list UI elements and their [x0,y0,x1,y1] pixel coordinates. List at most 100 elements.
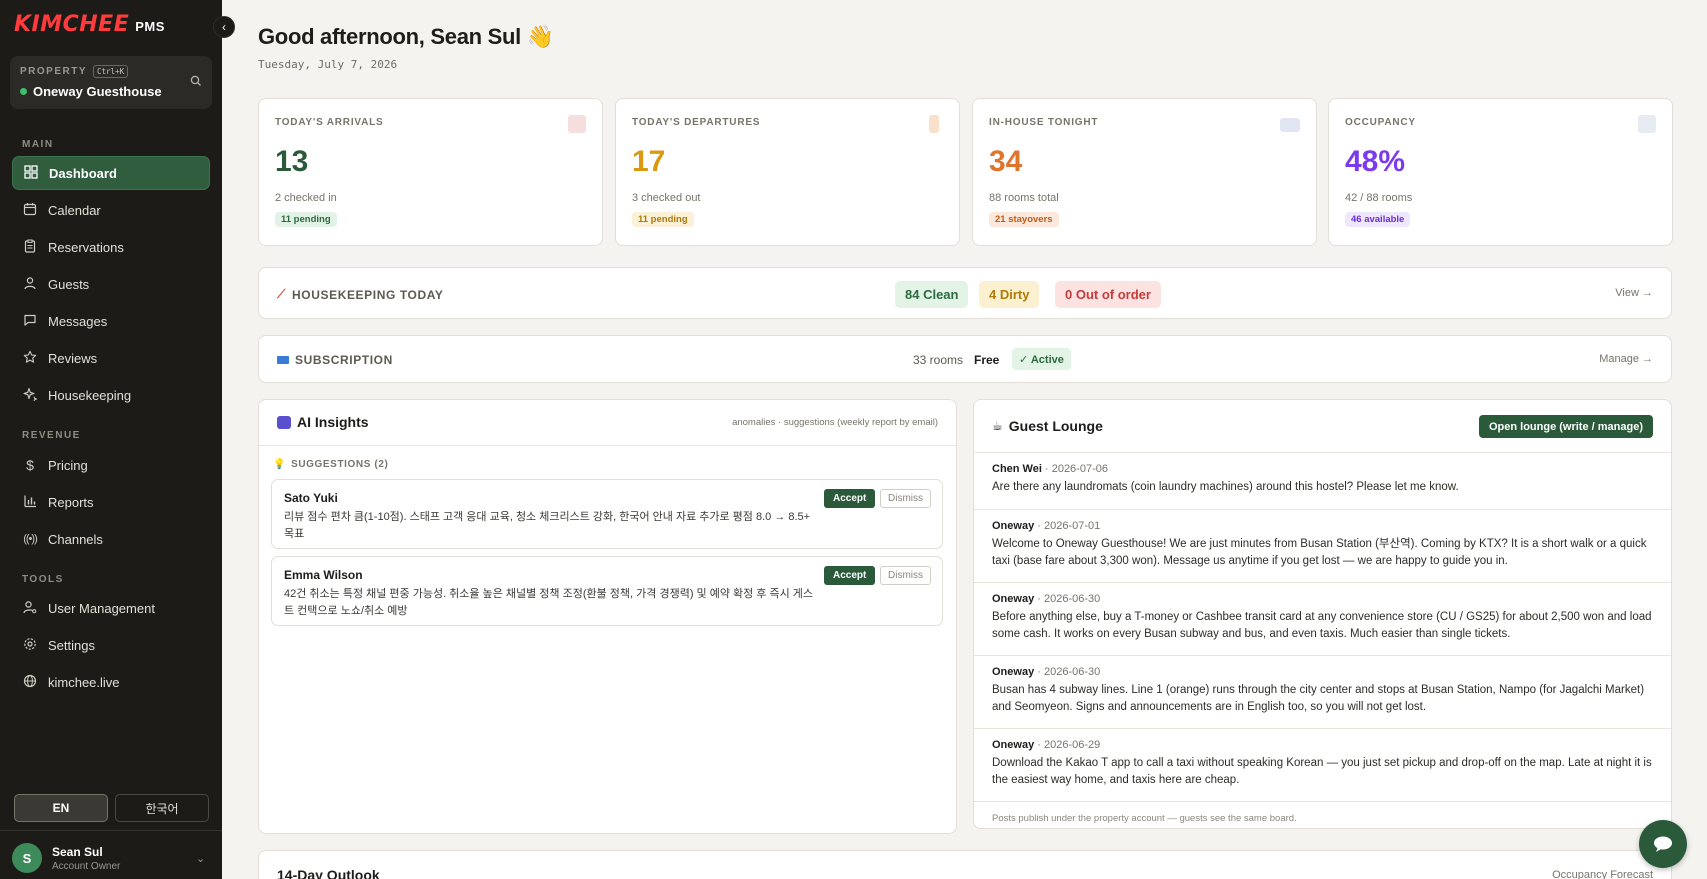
occupancy-forecast-link[interactable]: Occupancy Forecast [1552,869,1653,879]
sidebar-item-pricing[interactable]: $ Pricing [12,448,210,482]
stat-value: 13 [275,145,309,178]
stat-value: 34 [989,145,1023,178]
app-logo[interactable]: KIMCHEE PMS [14,12,165,37]
post-author: Oneway [992,520,1035,532]
property-switcher[interactable]: PROPERTY Ctrl+K Oneway Guesthouse [10,56,212,109]
dirty-count-badge[interactable]: 4 Dirty [979,281,1040,308]
language-switcher: EN 한국어 [14,794,209,822]
post-author: Oneway [992,739,1035,751]
housekeeping-title: HOUSEKEEPING TODAY [292,287,444,302]
user-menu[interactable]: S Sean Sul Account Owner [12,843,120,873]
list-item: Oneway · 2026-06-30 Before anything else… [974,583,1671,656]
sidebar-item-messages[interactable]: Messages [12,304,210,338]
suggestion-item: Sato Yuki 리뷰 점수 편차 큼(1-10점). 스태프 고객 응대 교… [271,479,943,549]
status-badge: 46 available [1345,212,1411,227]
status-badge: 11 pending [632,212,694,227]
property-label: PROPERTY [20,66,88,77]
user-cog-icon [22,600,38,617]
broadcast-icon: ((•)) [23,533,38,545]
nav-section-tools: TOOLS [22,574,64,585]
stat-card-arrivals[interactable]: TODAY'S ARRIVALS 13 2 checked in 11 pend… [258,98,603,246]
bar-chart-icon [22,494,38,511]
sidebar-item-label: Calendar [48,202,101,218]
stat-card-departures[interactable]: TODAY'S DEPARTURES 17 3 checked out 11 p… [615,98,960,246]
sidebar-item-label: Settings [48,637,95,653]
sidebar-item-settings[interactable]: Settings [12,628,210,662]
sidebar-item-channels[interactable]: ((•)) Channels [12,522,210,556]
open-lounge-button[interactable]: Open lounge (write / manage) [1478,415,1653,438]
suggestion-text: 리뷰 점수 편차 큼(1-10점). 스태프 고객 응대 교육, 청소 체크리스… [284,511,811,540]
guest-lounge-title: Guest Lounge [1008,418,1103,434]
sidebar-item-reservations[interactable]: Reservations [12,230,210,264]
chat-button[interactable] [1639,820,1687,868]
guest-lounge-title-row: ☕ Guest Lounge [992,418,1103,434]
sidebar-item-user-management[interactable]: User Management [12,591,210,625]
collapse-sidebar-button[interactable]: ‹ [213,16,235,38]
ai-insights-hint: anomalies · suggestions (weekly report b… [732,417,938,428]
post-header: Oneway · 2026-06-30 [992,593,1655,605]
post-header: Chen Wei · 2026-07-06 [992,463,1655,475]
sidebar-item-kimchee-live[interactable]: kimchee.live [12,665,210,699]
sidebar-item-label: Messages [48,313,108,329]
chat-bubble-icon [1654,836,1672,852]
logo-wordmark: KIMCHEE [14,12,130,37]
users-icon [22,276,38,293]
sidebar-item-label: Reservations [48,239,124,255]
divider [259,445,956,446]
gear-icon [22,637,38,654]
chevron-down-icon[interactable]: ⌄ [196,852,205,865]
calendar-icon [568,115,586,133]
stat-title: TODAY'S ARRIVALS [275,117,384,128]
stat-value: 48% [1345,145,1406,178]
chart-icon [1638,115,1656,133]
sidebar-item-reports[interactable]: Reports [12,485,210,519]
logo-suffix: PMS [135,19,165,34]
post-body: Busan has 4 subway lines. Line 1 (orange… [992,684,1645,713]
property-label-row: PROPERTY Ctrl+K [20,65,129,78]
language-en-button[interactable]: EN [14,794,108,822]
post-date: · 2026-06-30 [1037,666,1101,678]
sidebar-item-label: Reviews [48,350,98,366]
sidebar-item-calendar[interactable]: Calendar [12,193,210,227]
clean-count-badge[interactable]: 84 Clean [895,281,969,308]
sidebar-item-label: Pricing [48,457,88,473]
stat-card-in-house[interactable]: IN-HOUSE TONIGHT 34 88 rooms total 21 st… [972,98,1317,246]
nav-section-revenue: REVENUE [22,430,81,441]
ai-insights-title-row: AI Insights [277,414,369,430]
star-icon [22,350,38,367]
manage-subscription-link[interactable]: Manage → [1599,353,1653,365]
page-title: Good afternoon, Sean Sul 👋 [258,24,554,49]
post-header: Oneway · 2026-06-30 [992,666,1655,678]
outlook-card: 14-Day Outlook Occupancy Forecast [258,850,1672,879]
sidebar-item-dashboard[interactable]: Dashboard [12,156,210,190]
dismiss-button[interactable]: Dismiss [880,566,931,585]
stat-card-occupancy[interactable]: OCCUPANCY 48% 42 / 88 rooms 46 available [1328,98,1673,246]
dismiss-button[interactable]: Dismiss [880,489,931,508]
search-icon[interactable] [190,75,202,90]
broom-icon: ⟋ [277,287,287,301]
door-icon [929,115,939,133]
coffee-icon: ☕ [992,419,1003,433]
out-of-order-badge[interactable]: 0 Out of order [1055,281,1161,308]
sidebar-item-housekeeping[interactable]: Housekeeping [12,378,210,412]
sidebar-item-label: Reports [48,494,94,510]
accept-button[interactable]: Accept [824,566,876,585]
stat-subtext: 42 / 88 rooms [1345,192,1413,204]
list-item: Oneway · 2026-07-01 Welcome to Oneway Gu… [974,510,1671,583]
post-body: Download the Kakao T app to call a taxi … [992,757,1652,786]
user-role: Account Owner [52,860,121,872]
stat-subtext: 3 checked out [632,192,701,204]
post-date: · 2026-06-29 [1037,739,1101,751]
lightbulb-icon: 💡 [273,459,287,470]
sidebar-item-guests[interactable]: Guests [12,267,210,301]
sidebar-item-reviews[interactable]: Reviews [12,341,210,375]
sidebar-item-label: Dashboard [49,165,117,181]
post-body: Welcome to Oneway Guesthouse! We are jus… [992,538,1647,567]
ai-insights-title: AI Insights [297,414,369,430]
sidebar-item-label: Housekeeping [48,387,132,403]
view-housekeeping-link[interactable]: View → [1615,287,1653,299]
accept-button[interactable]: Accept [824,489,876,508]
credit-card-icon [277,356,289,364]
language-ko-button[interactable]: 한국어 [115,794,209,822]
sidebar-item-label: User Management [48,600,155,616]
